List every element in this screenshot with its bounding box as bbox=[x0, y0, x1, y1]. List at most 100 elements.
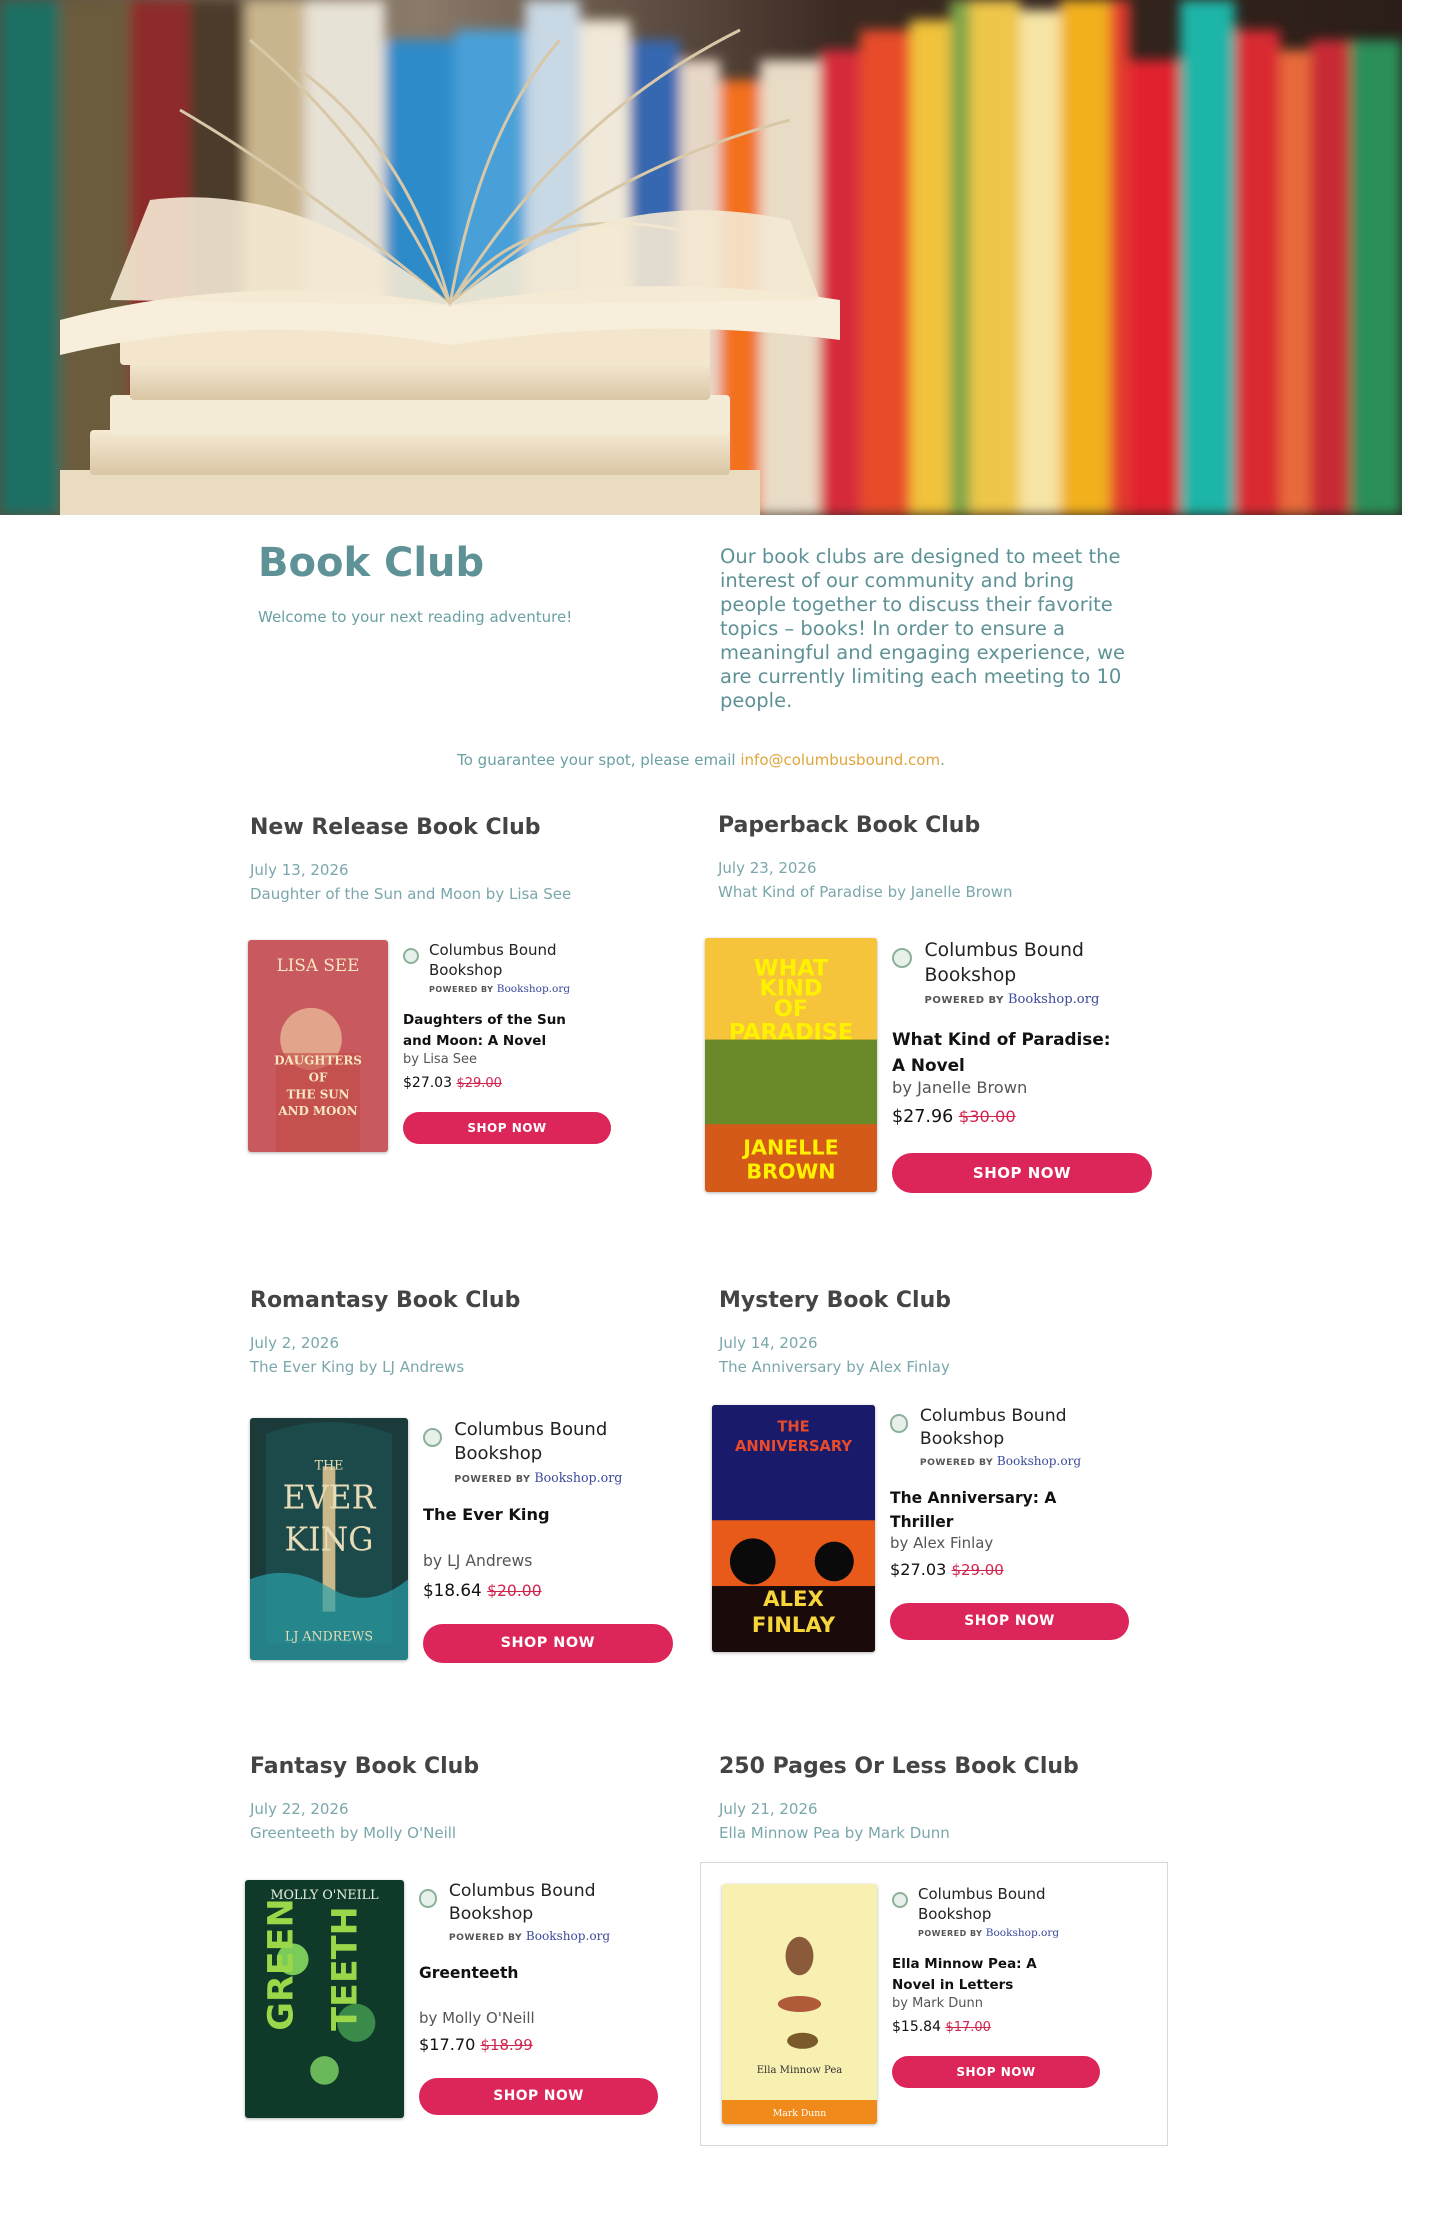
original-price: $20.00 bbox=[487, 1582, 542, 1600]
svg-text:KING: KING bbox=[285, 1520, 374, 1558]
powered-by-label: POWERED BY bbox=[918, 1929, 983, 1938]
svg-text:DAUGHTERS: DAUGHTERS bbox=[274, 1053, 362, 1067]
bookstore-logo-icon bbox=[403, 948, 419, 964]
powered-by-label: POWERED BY bbox=[924, 994, 1004, 1006]
shop-now-button[interactable]: SHOP NOW bbox=[892, 1153, 1152, 1193]
club-date: July 21, 2026 bbox=[719, 1800, 818, 1818]
club-title: Romantasy Book Club bbox=[250, 1288, 521, 1313]
book-cover[interactable]: WHAT KIND OF PARADISE JANELLE BROWN bbox=[705, 938, 877, 1192]
store-name[interactable]: Columbus Bound Bookshop bbox=[925, 938, 1125, 988]
store-name[interactable]: Columbus Bound Bookshop bbox=[920, 1405, 1104, 1451]
book-author: by Molly O'Neill bbox=[419, 2008, 535, 2027]
club-date: July 22, 2026 bbox=[250, 1800, 349, 1818]
shop-now-button[interactable]: SHOP NOW bbox=[892, 2056, 1100, 2088]
book-author: by Lisa See bbox=[403, 1052, 478, 1067]
club-title: New Release Book Club bbox=[250, 815, 541, 840]
book-title[interactable]: Ella Minnow Pea: A Novel in Letters bbox=[892, 1954, 1077, 1996]
svg-text:GREEN: GREEN bbox=[262, 1898, 302, 2030]
book-price: $27.96 $30.00 bbox=[892, 1107, 1016, 1127]
book-title[interactable]: Greenteeth bbox=[419, 1961, 632, 1985]
svg-text:THE: THE bbox=[315, 1459, 344, 1474]
club-book-line: The Anniversary by Alex Finlay bbox=[719, 1358, 950, 1376]
powered-by-label: POWERED BY bbox=[454, 1473, 531, 1485]
shop-now-button[interactable]: SHOP NOW bbox=[423, 1624, 673, 1663]
powered-by-bookshop[interactable]: POWERED BY Bookshop.org bbox=[925, 992, 1100, 1007]
club-title: 250 Pages Or Less Book Club bbox=[719, 1754, 1079, 1779]
store-name[interactable]: Columbus Bound Bookshop bbox=[449, 1880, 633, 1926]
email-link[interactable]: info@columbusbound.com bbox=[740, 751, 940, 769]
current-price: $27.96 bbox=[892, 1106, 954, 1127]
club-date: July 13, 2026 bbox=[250, 861, 349, 879]
bookstore-logo-icon bbox=[419, 1889, 438, 1908]
book-author: by Janelle Brown bbox=[892, 1078, 1028, 1097]
original-price: $29.00 bbox=[951, 1561, 1004, 1580]
original-price: $18.99 bbox=[480, 2036, 533, 2055]
svg-text:OF: OF bbox=[309, 1070, 328, 1084]
book-cover-art: MOLLY O'NEILL GREEN TEETH bbox=[245, 1880, 404, 2118]
book-author: by Alex Finlay bbox=[890, 1533, 994, 1552]
page-title: Book Club bbox=[258, 540, 485, 586]
shop-now-button[interactable]: SHOP NOW bbox=[419, 2077, 659, 2115]
club-date: July 2, 2026 bbox=[250, 1334, 339, 1352]
powered-by-label: POWERED BY bbox=[429, 985, 494, 994]
svg-text:Ella Minnow Pea: Ella Minnow Pea bbox=[757, 2065, 843, 2076]
club-book-line: What Kind of Paradise by Janelle Brown bbox=[718, 883, 1013, 901]
svg-text:LISA SEE: LISA SEE bbox=[277, 955, 360, 975]
shop-now-button[interactable]: SHOP NOW bbox=[890, 1602, 1130, 1640]
book-cover[interactable]: LISA SEE DAUGHTERS OF THE SUN AND MOON bbox=[248, 940, 388, 1152]
store-name[interactable]: Columbus Bound Bookshop bbox=[429, 940, 589, 980]
powered-by-bookshop[interactable]: POWERED BY Bookshop.org bbox=[429, 983, 570, 995]
book-cover[interactable]: THE EVER KING LJ ANDREWS bbox=[250, 1418, 408, 1660]
svg-text:BROWN: BROWN bbox=[746, 1160, 835, 1184]
current-price: $17.70 bbox=[419, 2035, 476, 2055]
current-price: $15.84 bbox=[892, 2019, 941, 2035]
svg-text:JANELLE: JANELLE bbox=[741, 1136, 838, 1160]
book-title[interactable]: The Ever King bbox=[423, 1502, 645, 1527]
bookstore-logo-icon bbox=[423, 1427, 443, 1447]
powered-by-label: POWERED BY bbox=[448, 1932, 523, 1944]
club-title: Paperback Book Club bbox=[718, 813, 981, 838]
club-book-line: The Ever King by LJ Andrews bbox=[250, 1358, 465, 1376]
guarantee-suffix: . bbox=[940, 751, 945, 769]
club-date: July 14, 2026 bbox=[719, 1334, 818, 1352]
svg-text:ANNIVERSARY: ANNIVERSARY bbox=[735, 1438, 852, 1455]
store-name[interactable]: Columbus Bound Bookshop bbox=[454, 1418, 646, 1466]
powered-by-bookshop[interactable]: POWERED BY Bookshop.org bbox=[918, 1927, 1059, 1939]
book-cover-art: LISA SEE DAUGHTERS OF THE SUN AND MOON bbox=[248, 940, 388, 1152]
book-title[interactable]: Daughters of the Sun and Moon: A Novel bbox=[403, 1010, 588, 1052]
club-title: Mystery Book Club bbox=[719, 1288, 951, 1313]
powered-by-bookshop[interactable]: POWERED BY Bookshop.org bbox=[449, 1929, 610, 1943]
book-title[interactable]: The Anniversary: A Thriller bbox=[890, 1486, 1103, 1534]
intro-paragraph: Our book clubs are designed to meet the … bbox=[720, 545, 1126, 712]
current-price: $18.64 bbox=[423, 1580, 482, 1600]
bookstore-logo-icon bbox=[890, 1414, 909, 1433]
book-title[interactable]: What Kind of Paradise: A Novel bbox=[892, 1026, 1123, 1079]
original-price: $17.00 bbox=[945, 2020, 991, 2035]
club-book-line: Ella Minnow Pea by Mark Dunn bbox=[719, 1824, 950, 1842]
book-price: $27.03 $29.00 bbox=[890, 1560, 1004, 1579]
powered-by-bookshop[interactable]: POWERED BY Bookshop.org bbox=[454, 1470, 622, 1485]
book-price: $27.03 $29.00 bbox=[403, 1075, 502, 1091]
book-cover-art: WHAT KIND OF PARADISE JANELLE BROWN bbox=[705, 938, 877, 1192]
shop-now-button[interactable]: SHOP NOW bbox=[403, 1112, 611, 1144]
bookshop-brand: Bookshop.org bbox=[1007, 991, 1100, 1007]
bookstore-logo-icon bbox=[892, 1892, 908, 1908]
bookshop-brand: Bookshop.org bbox=[996, 1454, 1082, 1469]
current-price: $27.03 bbox=[403, 1075, 452, 1091]
powered-by-bookshop[interactable]: POWERED BY Bookshop.org bbox=[920, 1454, 1081, 1468]
club-book-line: Greenteeth by Molly O'Neill bbox=[250, 1824, 457, 1842]
svg-text:OF: OF bbox=[774, 996, 808, 1022]
svg-text:EVER: EVER bbox=[283, 1478, 377, 1516]
book-cover[interactable]: THE ANNIVERSARY ALEX FINLAY bbox=[712, 1405, 875, 1652]
svg-text:PARADISE: PARADISE bbox=[729, 1020, 853, 1046]
book-cover[interactable]: Ella Minnow Pea Mark Dunn bbox=[722, 1884, 877, 2124]
store-name[interactable]: Columbus Bound Bookshop bbox=[918, 1884, 1078, 1924]
svg-text:TEETH: TEETH bbox=[325, 1906, 365, 2031]
book-cover[interactable]: MOLLY O'NEILL GREEN TEETH bbox=[245, 1880, 404, 2118]
club-date: July 23, 2026 bbox=[718, 859, 817, 877]
book-price: $18.64 $20.00 bbox=[423, 1580, 542, 1600]
bookshop-brand: Bookshop.org bbox=[985, 1927, 1060, 1939]
book-cover-art: Ella Minnow Pea Mark Dunn bbox=[722, 1884, 877, 2124]
book-author: by Mark Dunn bbox=[892, 1996, 983, 2011]
bookshop-brand: Bookshop.org bbox=[496, 983, 571, 995]
